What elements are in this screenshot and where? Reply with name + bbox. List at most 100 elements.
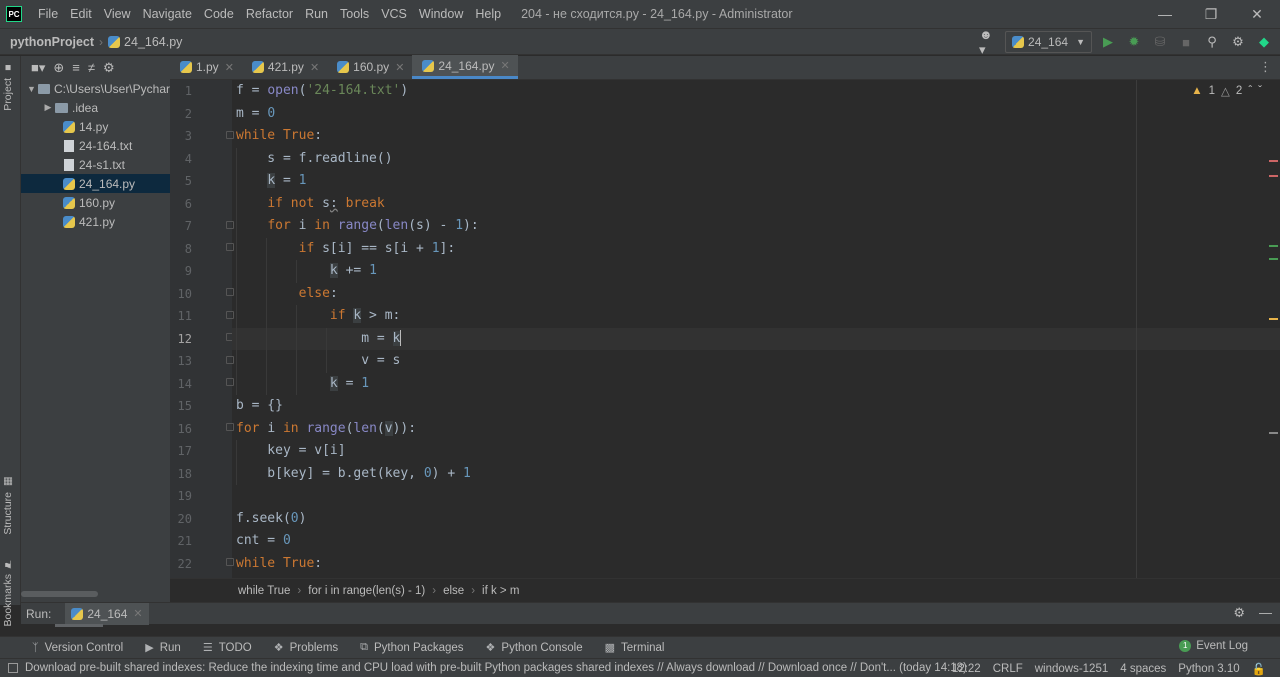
code-breadcrumb-item[interactable]: for i in range(len(s) - 1) <box>308 585 425 597</box>
python-interpreter[interactable]: Python 3.10 <box>1178 663 1239 675</box>
fold-icon[interactable] <box>226 378 234 386</box>
tool-todo[interactable]: ☰ TODO <box>203 641 252 655</box>
restore-icon[interactable]: ❐ <box>1188 0 1234 28</box>
expand-all-icon[interactable]: ≡ <box>72 60 80 75</box>
stripe-mark[interactable] <box>1269 432 1278 434</box>
caret-position[interactable]: 12:22 <box>952 663 981 675</box>
tool-window-label: Python Console <box>501 641 583 654</box>
project-tool-tab[interactable]: Project ■ <box>2 62 14 111</box>
menu-help[interactable]: Help <box>469 0 507 28</box>
warning-stripe-mark[interactable] <box>1269 318 1278 320</box>
chevron-up-icon[interactable]: ˆ <box>1248 85 1252 97</box>
gear-icon[interactable]: ⚙ <box>103 60 115 76</box>
stop-icon[interactable]: ■ <box>1176 32 1196 52</box>
lock-icon[interactable]: 🔓 <box>1252 662 1266 676</box>
change-stripe-mark[interactable] <box>1269 258 1278 260</box>
terminal-icon: ▩ <box>604 642 616 654</box>
status-message[interactable]: Download pre-built shared indexes: Reduc… <box>8 662 968 674</box>
tree-item-421-py[interactable]: 421.py <box>21 212 170 231</box>
event-log-button[interactable]: 1 Event Log <box>1179 640 1248 652</box>
tree-item-24-164-txt[interactable]: 24-164.txt <box>21 136 170 155</box>
breadcrumb-file[interactable]: 24_164.py <box>108 35 182 49</box>
menu-view[interactable]: View <box>98 0 137 28</box>
chevron-down-icon[interactable]: ˇ <box>1258 85 1262 97</box>
fold-icon[interactable] <box>226 356 234 364</box>
tool-run[interactable]: ▶ Run <box>145 641 181 655</box>
tree-item-160-py[interactable]: 160.py <box>21 193 170 212</box>
code-breadcrumb-item[interactable]: if k > m <box>482 585 519 597</box>
fold-icon[interactable] <box>226 423 234 431</box>
bookmarks-tool-tab[interactable]: Bookmarks ⚑ <box>2 558 14 627</box>
hide-panel-icon[interactable]: — <box>1259 605 1272 621</box>
folder-view-icon[interactable]: ■▾ <box>31 60 45 76</box>
code-breadcrumb-item[interactable]: while True <box>238 585 290 597</box>
tool-problems[interactable]: ❖ Problems <box>274 641 338 655</box>
code-editor[interactable]: 1 2 3 4 5 6 7 8 9 10 11 12 13 14 15 16 1… <box>170 80 1280 578</box>
fold-icon[interactable] <box>226 558 234 566</box>
minimize-icon[interactable]: — <box>1142 0 1188 28</box>
search-icon[interactable]: ⚲ <box>1202 32 1222 52</box>
close-icon[interactable]: ✕ <box>225 61 234 74</box>
editor-vertical-scrollbar[interactable] <box>1268 80 1280 578</box>
breadcrumb-project[interactable]: pythonProject <box>10 35 94 49</box>
tree-root[interactable]: ▼ C:\Users\User\Pychar <box>21 79 170 98</box>
user-icon[interactable]: ☻▾ <box>979 27 999 57</box>
close-icon[interactable]: ✕ <box>395 61 404 74</box>
tab-1-py[interactable]: 1.py ✕ <box>170 55 242 79</box>
menu-navigate[interactable]: Navigate <box>137 0 198 28</box>
project-horizontal-scrollbar[interactable] <box>21 591 98 597</box>
jetbrains-icon[interactable]: ◆ <box>1254 32 1274 52</box>
tree-item-idea[interactable]: ▶ .idea <box>21 98 170 117</box>
coverage-icon[interactable]: ⛁ <box>1150 32 1170 52</box>
collapse-all-icon[interactable]: ≠ <box>88 60 95 75</box>
fold-icon[interactable] <box>226 311 234 319</box>
tree-item-24-s1-txt[interactable]: 24-s1.txt <box>21 155 170 174</box>
run-tab[interactable]: 24_164 ✕ <box>65 602 149 625</box>
gear-icon[interactable]: ⚙ <box>1228 32 1248 52</box>
menu-tools[interactable]: Tools <box>334 0 375 28</box>
gear-icon[interactable]: ⚙ <box>1233 605 1245 621</box>
menu-vcs[interactable]: VCS <box>375 0 413 28</box>
menu-refactor[interactable]: Refactor <box>240 0 299 28</box>
menu-edit[interactable]: Edit <box>64 0 98 28</box>
fold-icon[interactable] <box>226 221 234 229</box>
error-stripe-mark[interactable] <box>1269 160 1278 162</box>
fold-icon[interactable] <box>226 288 234 296</box>
tool-terminal[interactable]: ▩ Terminal <box>604 641 665 655</box>
menu-file[interactable]: File <box>32 0 64 28</box>
code-line-4: s = f.readline() <box>236 150 393 166</box>
tool-python-console[interactable]: ❖ Python Console <box>486 641 583 655</box>
close-icon[interactable]: ✕ <box>310 61 319 74</box>
tool-python-packages[interactable]: ⧉ Python Packages <box>360 641 463 654</box>
tab-421-py[interactable]: 421.py ✕ <box>242 55 327 79</box>
error-stripe-mark[interactable] <box>1269 175 1278 177</box>
tool-version-control[interactable]: ᛉ Version Control <box>32 642 123 654</box>
code-line-15: b = {} <box>236 398 283 413</box>
locate-icon[interactable]: ⊕ <box>53 60 64 76</box>
close-window-icon[interactable]: ✕ <box>1234 0 1280 28</box>
close-icon[interactable]: ✕ <box>133 607 142 620</box>
line-separator[interactable]: CRLF <box>993 663 1023 675</box>
menu-window[interactable]: Window <box>413 0 469 28</box>
tree-item-24-164-py[interactable]: 24_164.py <box>21 174 170 193</box>
change-stripe-mark[interactable] <box>1269 245 1278 247</box>
menu-code[interactable]: Code <box>198 0 240 28</box>
window-title: 204 - не сходится.py - 24_164.py - Admin… <box>521 7 793 21</box>
tree-item-14-py[interactable]: 14.py <box>21 117 170 136</box>
fold-icon[interactable] <box>226 131 234 139</box>
code-breadcrumb-item[interactable]: else <box>443 585 464 597</box>
structure-tool-tab[interactable]: Structure ▦ <box>2 476 14 535</box>
tab-160-py[interactable]: 160.py ✕ <box>327 55 412 79</box>
run-icon[interactable]: ▶ <box>1098 32 1118 52</box>
indent-setting[interactable]: 4 spaces <box>1120 663 1166 675</box>
tab-24-164-py[interactable]: 24_164.py ✕ <box>412 55 518 79</box>
more-vertical-icon[interactable]: ⋮ <box>1259 55 1280 79</box>
file-encoding[interactable]: windows-1251 <box>1035 663 1109 675</box>
fold-icon[interactable] <box>226 243 234 251</box>
tool-windows-toggle-icon[interactable] <box>8 663 18 673</box>
debug-icon[interactable]: ✹ <box>1124 32 1144 52</box>
run-configuration-select[interactable]: 24_164 ▼ <box>1005 31 1092 53</box>
menu-run[interactable]: Run <box>299 0 334 28</box>
close-icon[interactable]: ✕ <box>500 59 509 72</box>
inspection-widget[interactable]: ▲ 1 △ 2 ˆ ˇ <box>1191 84 1262 98</box>
